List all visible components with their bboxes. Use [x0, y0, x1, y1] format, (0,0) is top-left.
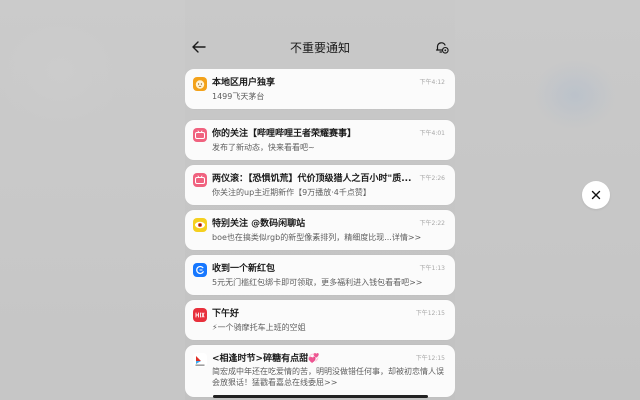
- hello-app-icon: [193, 308, 207, 322]
- alipay-icon: [193, 263, 207, 277]
- page-title: 不重要通知: [289, 41, 350, 55]
- notification-title: 下午好: [212, 309, 240, 319]
- notification-card[interactable]: 两仪滚：【恐惧饥荒】代价顶级猎人之百小时"质... 下午2:26 你关注的up主…: [185, 165, 455, 205]
- notification-time: 下午1:13: [419, 265, 445, 272]
- background-right: [455, 0, 640, 400]
- notification-settings-button[interactable]: [431, 37, 453, 57]
- close-icon: [591, 190, 601, 200]
- notification-body: ⚡一个骑摩托车上班的空姐: [212, 323, 306, 332]
- lion-app-icon: [193, 77, 207, 91]
- notification-card[interactable]: 下午好 下午12:15 ⚡一个骑摩托车上班的空姐: [185, 300, 455, 340]
- notification-title: 收到一个新红包: [212, 264, 276, 274]
- notification-title: <相逢时节>碎糖有点甜💞: [212, 354, 320, 364]
- notification-body: 你关注的up主近期新作【9万播放·4千点赞】: [212, 188, 371, 197]
- bilibili-icon: [193, 173, 207, 187]
- notification-time: 下午2:26: [419, 175, 445, 182]
- close-button[interactable]: [582, 181, 610, 209]
- notification-title: 两仪滚：【恐惧饥荒】代价顶级猎人之百小时"质...: [212, 174, 412, 184]
- pinduoduo-icon: [193, 353, 207, 367]
- notification-card[interactable]: 本地区用户独享 下午4:12 1499飞天茅台: [185, 69, 455, 109]
- notification-title: 特别关注 @数码闲聊站: [212, 219, 306, 229]
- home-indicator[interactable]: [213, 395, 428, 398]
- header: 不重要通知: [185, 34, 455, 60]
- notification-body: 5元无门槛红包绑卡即可领取，更多福利进入钱包看看吧>>: [212, 278, 423, 287]
- notification-title: 本地区用户独享: [212, 78, 276, 88]
- notification-time: 下午12:15: [415, 310, 445, 317]
- notification-body: 简宏成中年还在吃爱情的苦，明明没做错任何事，却被初恋情人误会放狠话！猛戳看嘉总在…: [212, 367, 444, 387]
- notification-card[interactable]: 收到一个新红包 下午1:13 5元无门槛红包绑卡即可领取，更多福利进入钱包看看吧…: [185, 255, 455, 295]
- notification-body: 发布了新动态，快来看看吧~: [212, 143, 315, 152]
- notification-list[interactable]: 本地区用户独享 下午4:12 1499飞天茅台 你的关注【哔哩哔哩王者荣耀赛事】…: [185, 69, 455, 400]
- notification-body: boe也在搞类似rgb的新型像素排列，精细度比现...详情>>: [212, 233, 422, 242]
- notification-time: 下午4:12: [419, 79, 445, 86]
- notification-time: 下午4:01: [419, 130, 445, 137]
- bilibili-icon: [193, 128, 207, 142]
- notification-title: 你的关注【哔哩哔哩王者荣耀赛事】: [212, 129, 357, 139]
- notification-card[interactable]: 你的关注【哔哩哔哩王者荣耀赛事】 下午4:01 发布了新动态，快来看看吧~: [185, 120, 455, 160]
- notification-time: 下午12:15: [415, 355, 445, 362]
- notification-settings-icon: [435, 42, 449, 54]
- notification-card[interactable]: 特别关注 @数码闲聊站 下午2:22 boe也在搞类似rgb的新型像素排列，精细…: [185, 210, 455, 250]
- background-left: [0, 0, 185, 400]
- notification-body: 1499飞天茅台: [212, 92, 265, 101]
- notification-card[interactable]: <相逢时节>碎糖有点甜💞 下午12:15 简宏成中年还在吃爱情的苦，明明没做错任…: [185, 345, 455, 397]
- eye-app-icon: [193, 218, 207, 232]
- notification-time: 下午2:22: [419, 220, 445, 227]
